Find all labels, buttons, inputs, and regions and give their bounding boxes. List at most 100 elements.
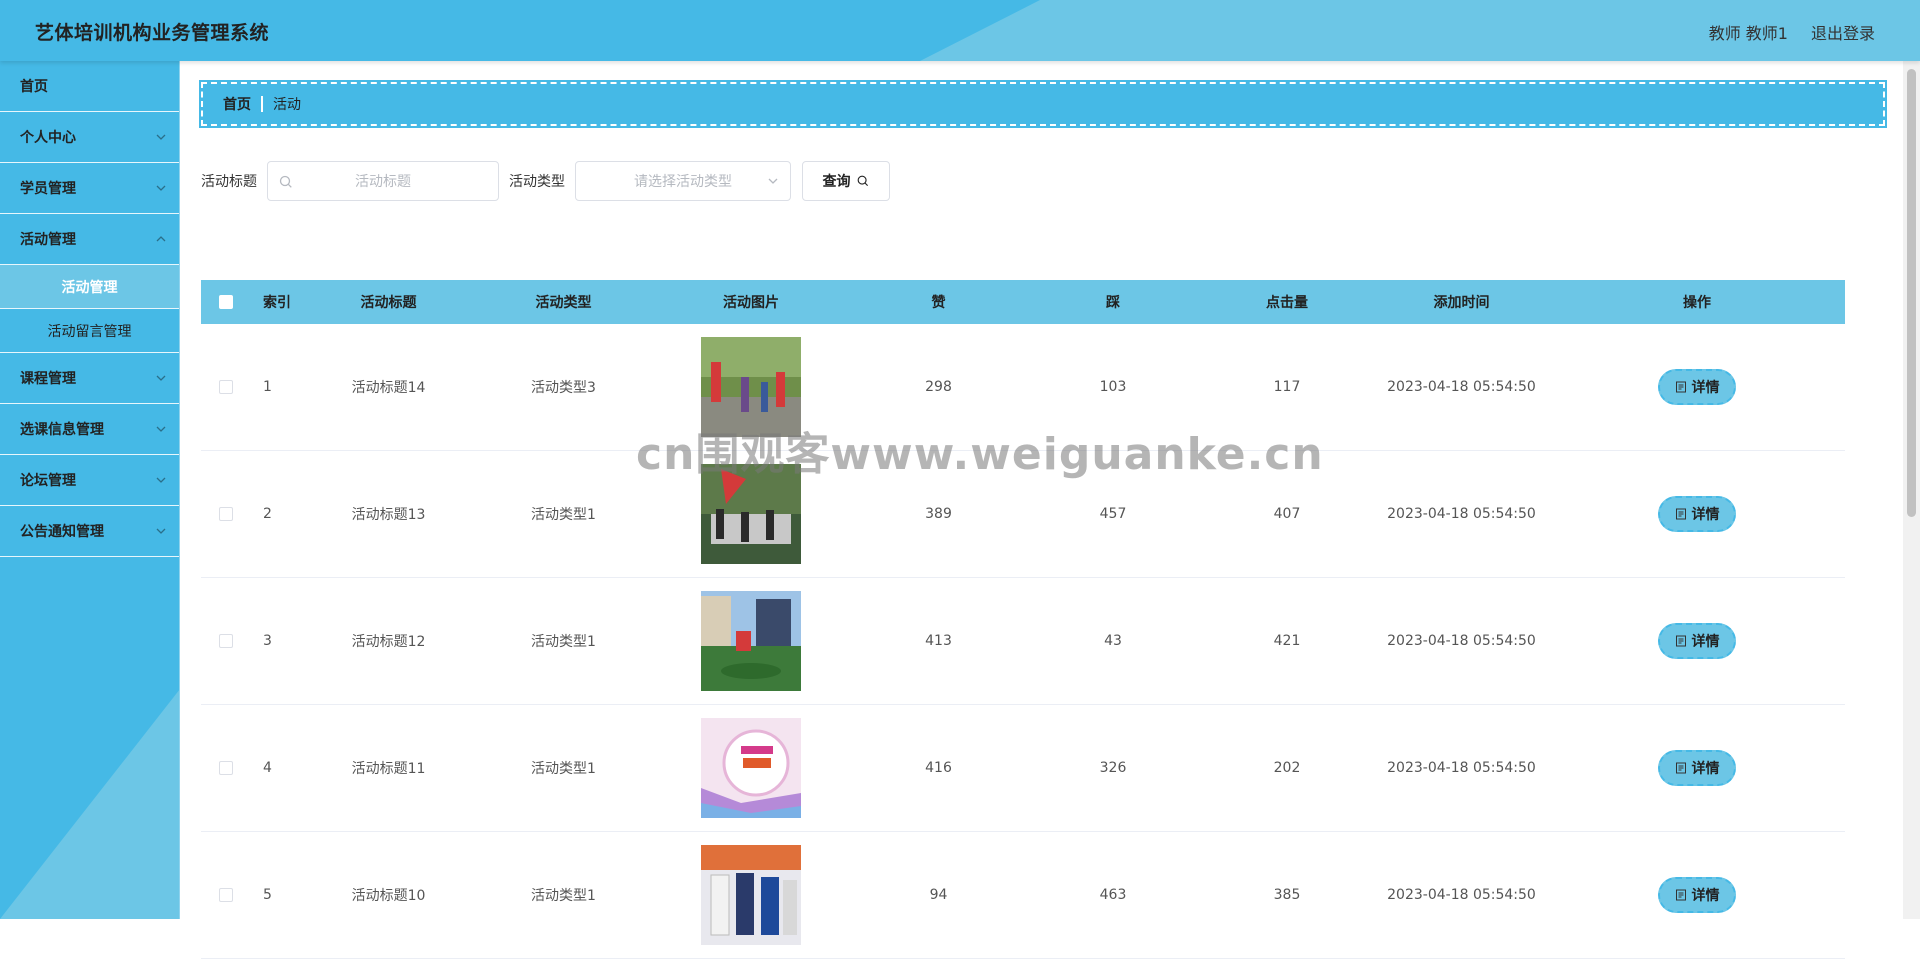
activity-image: [701, 464, 801, 564]
type-select[interactable]: 请选择活动类型: [575, 161, 791, 201]
sidebar-subitem-activity-messages[interactable]: 活动留言管理: [0, 309, 179, 353]
row-actions: 详情: [1549, 369, 1845, 405]
row-image-cell: [651, 337, 851, 437]
sidebar-item-label: 学员管理: [20, 181, 76, 197]
chevron-down-icon: [156, 375, 166, 381]
row-actions: 详情: [1549, 496, 1845, 532]
activity-image: [701, 845, 801, 945]
table-row: 4 活动标题11 活动类型1 416 326 202 2023-04-18 05…: [201, 705, 1845, 832]
logout-link[interactable]: 退出登录: [1811, 20, 1875, 44]
row-likes: 413: [925, 633, 952, 649]
document-icon: [1675, 762, 1686, 774]
row-added-time: 2023-04-18 05:54:50: [1387, 379, 1536, 395]
row-clicks: 421: [1273, 633, 1301, 649]
sidebar-item-label: 论坛管理: [20, 473, 76, 489]
header-title: 活动标题: [360, 295, 417, 311]
breadcrumb-current: 活动: [273, 97, 301, 113]
search-icon: [279, 175, 292, 188]
title-search-input[interactable]: 活动标题: [267, 161, 499, 201]
sidebar-item-label: 公告通知管理: [20, 524, 104, 540]
detail-button[interactable]: 详情: [1658, 877, 1736, 913]
row-index: 1: [263, 379, 272, 395]
row-image-cell: [651, 591, 851, 691]
row-added-time: 2023-04-18 05:54:50: [1387, 887, 1536, 903]
row-dislikes: 103: [1099, 379, 1127, 395]
detail-button-label: 详情: [1691, 507, 1720, 523]
table-row: 1 活动标题14 活动类型3 298 103 117 2023-04-18 05…: [201, 324, 1845, 451]
row-type: 活动类型1: [531, 761, 596, 777]
query-button[interactable]: 查询: [802, 161, 890, 201]
chevron-down-icon: [156, 528, 166, 534]
sidebar-item-forum[interactable]: 论坛管理: [0, 455, 179, 506]
main-content: 首页 活动 活动标题 活动标题 活动类型 请选择活动类型 查询 索引 活动标题 …: [181, 61, 1903, 959]
sidebar-subitem-activity-management[interactable]: 活动管理: [0, 265, 179, 309]
row-likes: 298: [925, 379, 952, 395]
breadcrumb: 首页 活动: [199, 80, 1887, 128]
row-select-cell: [201, 380, 251, 394]
detail-button[interactable]: 详情: [1658, 623, 1736, 659]
detail-button-label: 详情: [1691, 761, 1720, 777]
row-checkbox[interactable]: [219, 380, 233, 394]
type-filter-label: 活动类型: [509, 174, 565, 190]
table-row: 2 活动标题13 活动类型1 389 457 407 2023-04-18 05…: [201, 451, 1845, 578]
row-actions: 详情: [1549, 623, 1845, 659]
row-checkbox[interactable]: [219, 507, 233, 521]
select-all-checkbox[interactable]: [219, 295, 233, 309]
document-icon: [1675, 635, 1686, 647]
row-dislikes: 43: [1104, 633, 1122, 649]
header-type: 活动类型: [535, 295, 592, 311]
sidebar-item-home[interactable]: 首页: [0, 61, 179, 112]
sidebar-item-label: 课程管理: [20, 371, 76, 387]
breadcrumb-home[interactable]: 首页: [223, 94, 251, 114]
type-select-placeholder: 请选择活动类型: [634, 174, 732, 190]
sidebar-item-announcements[interactable]: 公告通知管理: [0, 506, 179, 557]
detail-button[interactable]: 详情: [1658, 369, 1736, 405]
row-index: 2: [263, 506, 272, 522]
activity-table: 索引 活动标题 活动类型 活动图片 赞 踩 点击量 添加时间 操作 1 活动标题…: [201, 280, 1845, 959]
chevron-down-icon: [156, 134, 166, 140]
sidebar-item-label: 首页: [20, 79, 48, 95]
document-icon: [1675, 508, 1686, 520]
row-image-cell: [651, 718, 851, 818]
row-checkbox[interactable]: [219, 634, 233, 648]
chevron-down-icon: [156, 185, 166, 191]
chevron-up-icon: [156, 236, 166, 242]
top-bar: 艺体培训机构业务管理系统 教师 教师1 退出登录: [0, 0, 1920, 61]
row-likes: 416: [925, 760, 952, 776]
app-title: 艺体培训机构业务管理系统: [35, 22, 270, 44]
row-type: 活动类型3: [531, 380, 596, 396]
row-actions: 详情: [1549, 750, 1845, 786]
scrollbar-thumb[interactable]: [1907, 69, 1916, 517]
row-type: 活动类型1: [531, 888, 596, 904]
sidebar-item-students[interactable]: 学员管理: [0, 163, 179, 214]
header-index: 索引: [263, 295, 291, 311]
row-select-cell: [201, 634, 251, 648]
sidebar-item-enrollment[interactable]: 选课信息管理: [0, 404, 179, 455]
header-added-time: 添加时间: [1433, 295, 1490, 311]
activity-image: [701, 591, 801, 691]
row-clicks: 117: [1273, 379, 1301, 395]
row-actions: 详情: [1549, 877, 1845, 913]
page-scrollbar[interactable]: [1903, 61, 1920, 919]
title-filter-label: 活动标题: [201, 174, 257, 190]
sidebar-item-activities[interactable]: 活动管理: [0, 214, 179, 265]
sidebar-item-label: 活动管理: [20, 232, 76, 248]
sidebar-item-courses[interactable]: 课程管理: [0, 353, 179, 404]
row-title: 活动标题10: [351, 888, 426, 904]
chevron-down-icon: [156, 477, 166, 483]
row-checkbox[interactable]: [219, 888, 233, 902]
search-icon: [857, 175, 868, 187]
query-button-label: 查询: [822, 174, 851, 190]
row-added-time: 2023-04-18 05:54:50: [1387, 760, 1536, 776]
header-likes: 赞: [931, 295, 946, 311]
row-checkbox[interactable]: [219, 761, 233, 775]
select-all-cell: [201, 295, 251, 309]
document-icon: [1675, 889, 1686, 901]
detail-button-label: 详情: [1691, 888, 1720, 904]
sidebar-item-personal-center[interactable]: 个人中心: [0, 112, 179, 163]
table-row: 5 活动标题10 活动类型1 94 463 385 2023-04-18 05:…: [201, 832, 1845, 959]
detail-button[interactable]: 详情: [1658, 750, 1736, 786]
chevron-down-icon: [156, 426, 166, 432]
detail-button[interactable]: 详情: [1658, 496, 1736, 532]
row-added-time: 2023-04-18 05:54:50: [1387, 506, 1536, 522]
